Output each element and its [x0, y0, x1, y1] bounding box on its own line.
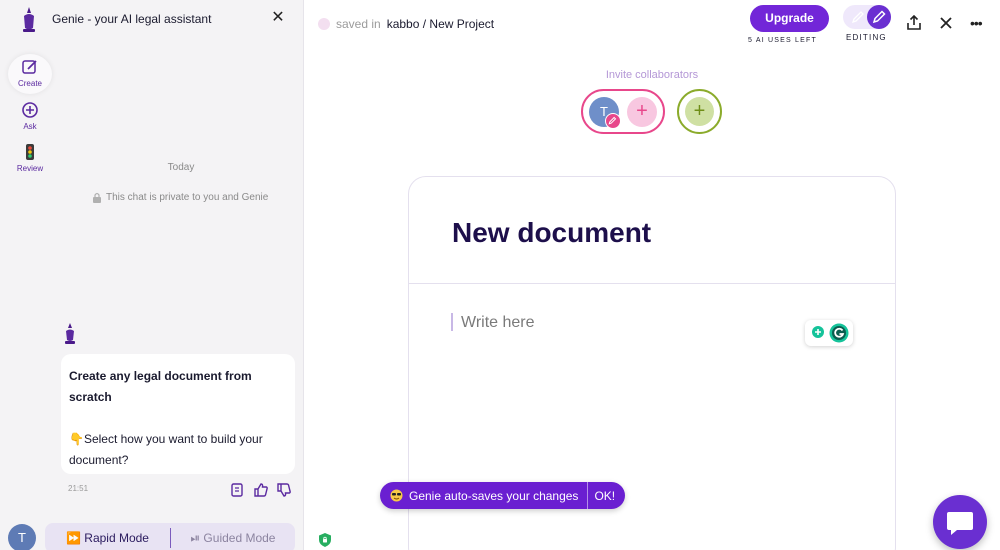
genie-message-title: Create any legal document from scratch [69, 369, 252, 404]
genie-panel: Genie - your AI legal assistant ✕ Create… [0, 0, 304, 550]
invite-collaborators-label: Invite collaborators [605, 69, 699, 81]
message-timestamp: 21:51 [68, 484, 89, 493]
toast-ok-button[interactable]: OK! [588, 489, 625, 503]
document-title[interactable]: New document [452, 217, 651, 249]
more-options-icon[interactable]: ••• [970, 16, 986, 30]
chat-date-divider: Today [167, 162, 195, 173]
ai-uses-left: 5 AI USES LEFT [748, 37, 817, 44]
save-status: saved in kabbo / New Project [318, 17, 494, 31]
create-icon [22, 60, 37, 74]
genie-panel-title: Genie - your AI legal assistant [52, 12, 212, 26]
toast-message: Genie auto-saves your changes [380, 489, 587, 503]
thumbs-down-icon[interactable] [276, 482, 292, 498]
grammarly-icon [829, 323, 849, 343]
project-path-link[interactable]: kabbo / New Project [387, 17, 494, 31]
editor-badge-icon [605, 113, 621, 129]
add-reviewer-button[interactable]: + [677, 89, 722, 134]
thumbs-up-icon[interactable] [253, 482, 269, 498]
editing-status-label: EDITING [846, 33, 887, 42]
collaborator-avatar[interactable]: T [589, 97, 621, 129]
lock-icon [93, 192, 101, 203]
chat-bubble-icon [947, 512, 973, 535]
user-avatar[interactable]: T [8, 524, 36, 550]
review-icon [26, 144, 34, 160]
document-title-divider [409, 283, 895, 284]
genie-message-prompt: 👇Select how you want to build your docum… [69, 432, 263, 467]
text-cursor [451, 313, 453, 331]
pen-outline-icon [851, 11, 864, 24]
guided-mode-button[interactable]: ⏯ Guided Mode [171, 531, 295, 546]
rail-label-create: Create [17, 79, 42, 88]
shield-icon [319, 533, 331, 547]
add-collaborator-button[interactable]: + [627, 97, 657, 127]
pen-icon [872, 10, 886, 24]
save-status-dot [318, 18, 330, 30]
share-icon[interactable] [906, 15, 922, 31]
rail-item-ask[interactable]: Ask [8, 101, 52, 131]
rail-label-review: Review [16, 164, 44, 173]
support-chat-button[interactable] [933, 495, 987, 549]
autosave-toast: Genie auto-saves your changes OK! [380, 482, 626, 509]
rail-label-ask: Ask [23, 122, 37, 131]
genie-avatar-icon [65, 323, 75, 344]
add-reviewer-plus: + [685, 97, 714, 126]
document-body-editor[interactable]: Write here [461, 314, 535, 332]
edit-mode-toggle[interactable] [843, 5, 891, 29]
genie-panel-header: Genie - your AI legal assistant ✕ [0, 0, 304, 40]
edit-pen-button[interactable] [867, 5, 891, 29]
grammarly-widget[interactable] [805, 320, 853, 346]
chat-privacy-note: This chat is private to you and Genie [92, 192, 268, 203]
bulb-icon [812, 326, 824, 338]
ask-icon [22, 102, 38, 118]
close-icon[interactable] [939, 16, 953, 30]
saved-in-label: saved in [336, 17, 381, 31]
copy-icon[interactable] [229, 482, 245, 498]
upgrade-button[interactable]: Upgrade [750, 5, 829, 32]
sunglasses-emoji-icon [390, 489, 403, 502]
collaborators-group: T + [581, 89, 665, 134]
chat-privacy-text: This chat is private to you and Genie [106, 192, 269, 203]
genie-logo-icon [23, 7, 35, 32]
toast-text: Genie auto-saves your changes [409, 488, 579, 503]
rapid-mode-button[interactable]: ⏩ Rapid Mode [45, 531, 170, 545]
genie-message-bubble: Create any legal document from scratch 👇… [61, 354, 295, 474]
rail-item-create[interactable]: Create [8, 54, 52, 94]
mode-selector: ⏩ Rapid Mode ⏯ Guided Mode [45, 523, 295, 550]
rail-item-review[interactable]: Review [8, 143, 52, 173]
close-panel-icon[interactable]: ✕ [268, 8, 288, 28]
